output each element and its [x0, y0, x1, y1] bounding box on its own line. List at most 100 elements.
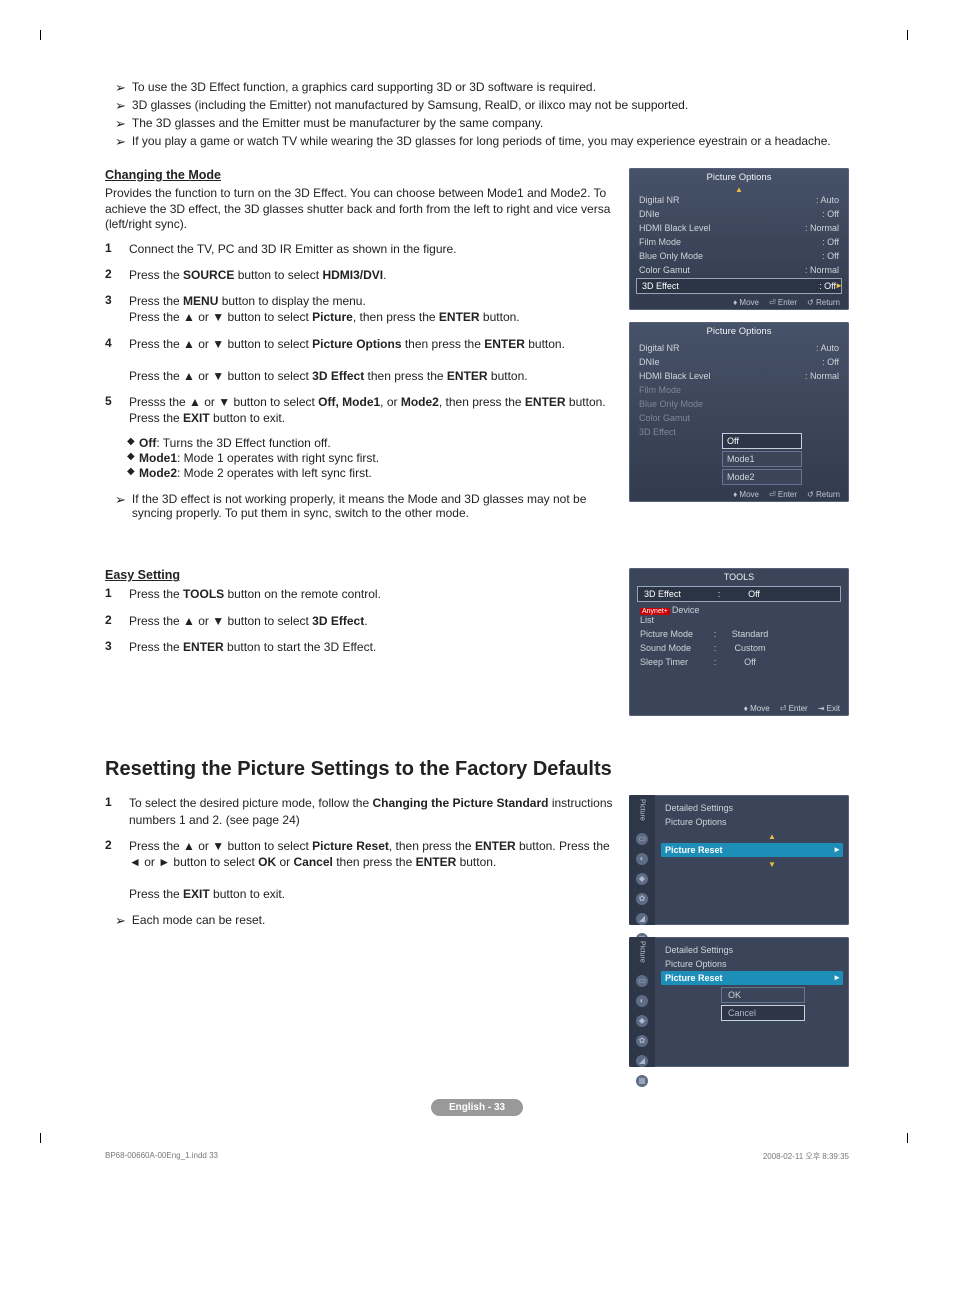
osd-row: Color Gamut: Normal	[634, 263, 844, 277]
picture-reset-item: Picture Reset	[661, 971, 843, 985]
top-notes: ➢To use the 3D Effect function, a graphi…	[115, 80, 849, 150]
footer-filename: BP68-00660A-00Eng_1.indd 33	[105, 1151, 218, 1162]
channel-icon: ◆	[636, 873, 648, 885]
osd-row: HDMI Black Level: Normal	[634, 221, 844, 235]
detailed-settings-item: Detailed Settings	[661, 943, 843, 957]
step-item: 3Press the MENU button to display the me…	[105, 293, 614, 325]
tools-row: 3D Effect:Off	[637, 586, 841, 602]
osd-row: Film Mode: Off	[634, 235, 844, 249]
osd-row: Color Gamut	[634, 411, 844, 425]
submenu-item: Mode1	[722, 451, 802, 467]
channel-icon: ◆	[636, 1015, 648, 1027]
note-arrow-icon: ➢	[115, 492, 126, 520]
setup-icon: ✿	[636, 1035, 648, 1047]
osd-picture-menu-1: Picture ▭ ◐ ◆ ✿ ◢ ▦ Detailed Settings Pi…	[629, 795, 849, 925]
cancel-option: Cancel	[721, 1005, 805, 1021]
note-arrow-icon: ➢	[115, 134, 126, 150]
osd-picture-menu-2: Picture ▭ ◐ ◆ ✿ ◢ ▦ Detailed Settings Pi…	[629, 937, 849, 1067]
note-arrow-icon: ➢	[115, 913, 126, 929]
picture-reset-item: Picture Reset	[661, 843, 843, 857]
mode-descriptions: ◆Off: Turns the 3D Effect function off.◆…	[127, 436, 614, 480]
mode-text: Off: Turns the 3D Effect function off.	[139, 436, 331, 450]
step-item: 4Press the ▲ or ▼ button to select Pictu…	[105, 336, 614, 385]
step-item: 2Press the ▲ or ▼ button to select 3D Ef…	[105, 613, 614, 629]
note-arrow-icon: ➢	[115, 98, 126, 114]
picture-tab: Picture	[639, 799, 646, 821]
easy-setting-steps: 1Press the TOOLS button on the remote co…	[105, 586, 614, 655]
changing-mode-heading: Changing the Mode	[105, 168, 614, 182]
picture-options-item: Picture Options	[661, 957, 843, 971]
tools-row: Picture Mode:Standard	[634, 627, 844, 641]
enter-hint: ⏎ Enter	[769, 490, 797, 499]
osd-title: Picture Options	[634, 326, 844, 337]
note-text: 3D glasses (including the Emitter) not m…	[132, 98, 688, 114]
move-hint: ♦ Move	[744, 704, 770, 713]
return-hint: ↺ Return	[807, 490, 840, 499]
note-text: The 3D glasses and the Emitter must be m…	[132, 116, 543, 132]
enter-hint: ⏎ Enter	[769, 298, 797, 307]
move-hint: ♦ Move	[733, 298, 759, 307]
osd-row: Film Mode	[634, 383, 844, 397]
osd-tools: TOOLS 3D Effect:OffAnynet+Device ListPic…	[629, 568, 849, 716]
osd-row: Blue Only Mode	[634, 397, 844, 411]
osd-row: DNIe: Off	[634, 355, 844, 369]
mode-text: Mode2: Mode 2 operates with left sync fi…	[139, 466, 372, 480]
osd-row: Blue Only Mode: Off	[634, 249, 844, 263]
input-icon: ◢	[636, 913, 648, 925]
diamond-bullet-icon: ◆	[127, 436, 139, 450]
picture-options-item: Picture Options	[661, 815, 843, 829]
submenu-item: Off	[722, 433, 802, 449]
footer-timestamp: 2008-02-11 오후 8:39:35	[763, 1151, 849, 1162]
resetting-heading: Resetting the Picture Settings to the Fa…	[105, 758, 849, 781]
step-item: 2Press the SOURCE button to select HDMI3…	[105, 267, 614, 283]
app-icon: ▦	[636, 1075, 648, 1087]
sync-warning: If the 3D effect is not working properly…	[132, 492, 614, 520]
page-number: English - 33	[105, 1099, 849, 1113]
tools-row: Anynet+Device List	[634, 603, 844, 627]
tools-row: Sound Mode:Custom	[634, 641, 844, 655]
osd-row: Digital NR: Auto	[634, 341, 844, 355]
step-item: 1Press the TOOLS button on the remote co…	[105, 586, 614, 602]
step-item: 3Press the ENTER button to start the 3D …	[105, 639, 614, 655]
changing-mode-steps: 1Connect the TV, PC and 3D IR Emitter as…	[105, 241, 614, 427]
display-icon: ▭	[636, 975, 648, 987]
picture-tab: Picture	[639, 941, 646, 963]
return-hint: ↺ Return	[807, 298, 840, 307]
display-icon: ▭	[636, 833, 648, 845]
changing-mode-intro: Provides the function to turn on the 3D …	[105, 186, 614, 233]
down-arrow-icon: ▼	[768, 860, 776, 869]
tools-row: Sleep Timer:Off	[634, 655, 844, 669]
exit-hint: ⇥ Exit	[818, 704, 840, 713]
osd-title: Picture Options	[634, 172, 844, 183]
detailed-settings-item: Detailed Settings	[661, 801, 843, 815]
reset-note: Each mode can be reset.	[132, 913, 265, 929]
resetting-steps: 1To select the desired picture mode, fol…	[105, 795, 614, 902]
easy-setting-heading: Easy Setting	[105, 568, 614, 582]
step-item: 1Connect the TV, PC and 3D IR Emitter as…	[105, 241, 614, 257]
enter-hint: ⏎ Enter	[780, 704, 808, 713]
mode-text: Mode1: Mode 1 operates with right sync f…	[139, 451, 379, 465]
step-item: 1To select the desired picture mode, fol…	[105, 795, 614, 827]
anynet-icon: Anynet+	[640, 608, 670, 615]
note-text: If you play a game or watch TV while wea…	[132, 134, 831, 150]
step-item: 5Presss the ▲ or ▼ button to select Off,…	[105, 394, 614, 426]
osd-picture-options-1: Picture Options ▲ Digital NR: AutoDNIe: …	[629, 168, 849, 310]
osd-row: Digital NR: Auto	[634, 193, 844, 207]
setup-icon: ✿	[636, 893, 648, 905]
up-arrow-icon: ▲	[768, 832, 776, 841]
tools-title: TOOLS	[634, 572, 844, 582]
note-arrow-icon: ➢	[115, 80, 126, 96]
osd-picture-options-2: Picture Options Digital NR: AutoDNIe: Of…	[629, 322, 849, 502]
osd-submenu: Off Mode1 Mode2	[722, 433, 844, 485]
move-hint: ♦ Move	[733, 490, 759, 499]
step-item: 2Press the ▲ or ▼ button to select Pictu…	[105, 838, 614, 903]
note-arrow-icon: ➢	[115, 116, 126, 132]
sound-icon: ◐	[636, 995, 648, 1007]
sound-icon: ◐	[636, 853, 648, 865]
osd-row: 3D Effect: Off	[636, 278, 842, 294]
ok-option: OK	[721, 987, 805, 1003]
diamond-bullet-icon: ◆	[127, 466, 139, 480]
input-icon: ◢	[636, 1055, 648, 1067]
osd-row: DNIe: Off	[634, 207, 844, 221]
submenu-item: Mode2	[722, 469, 802, 485]
